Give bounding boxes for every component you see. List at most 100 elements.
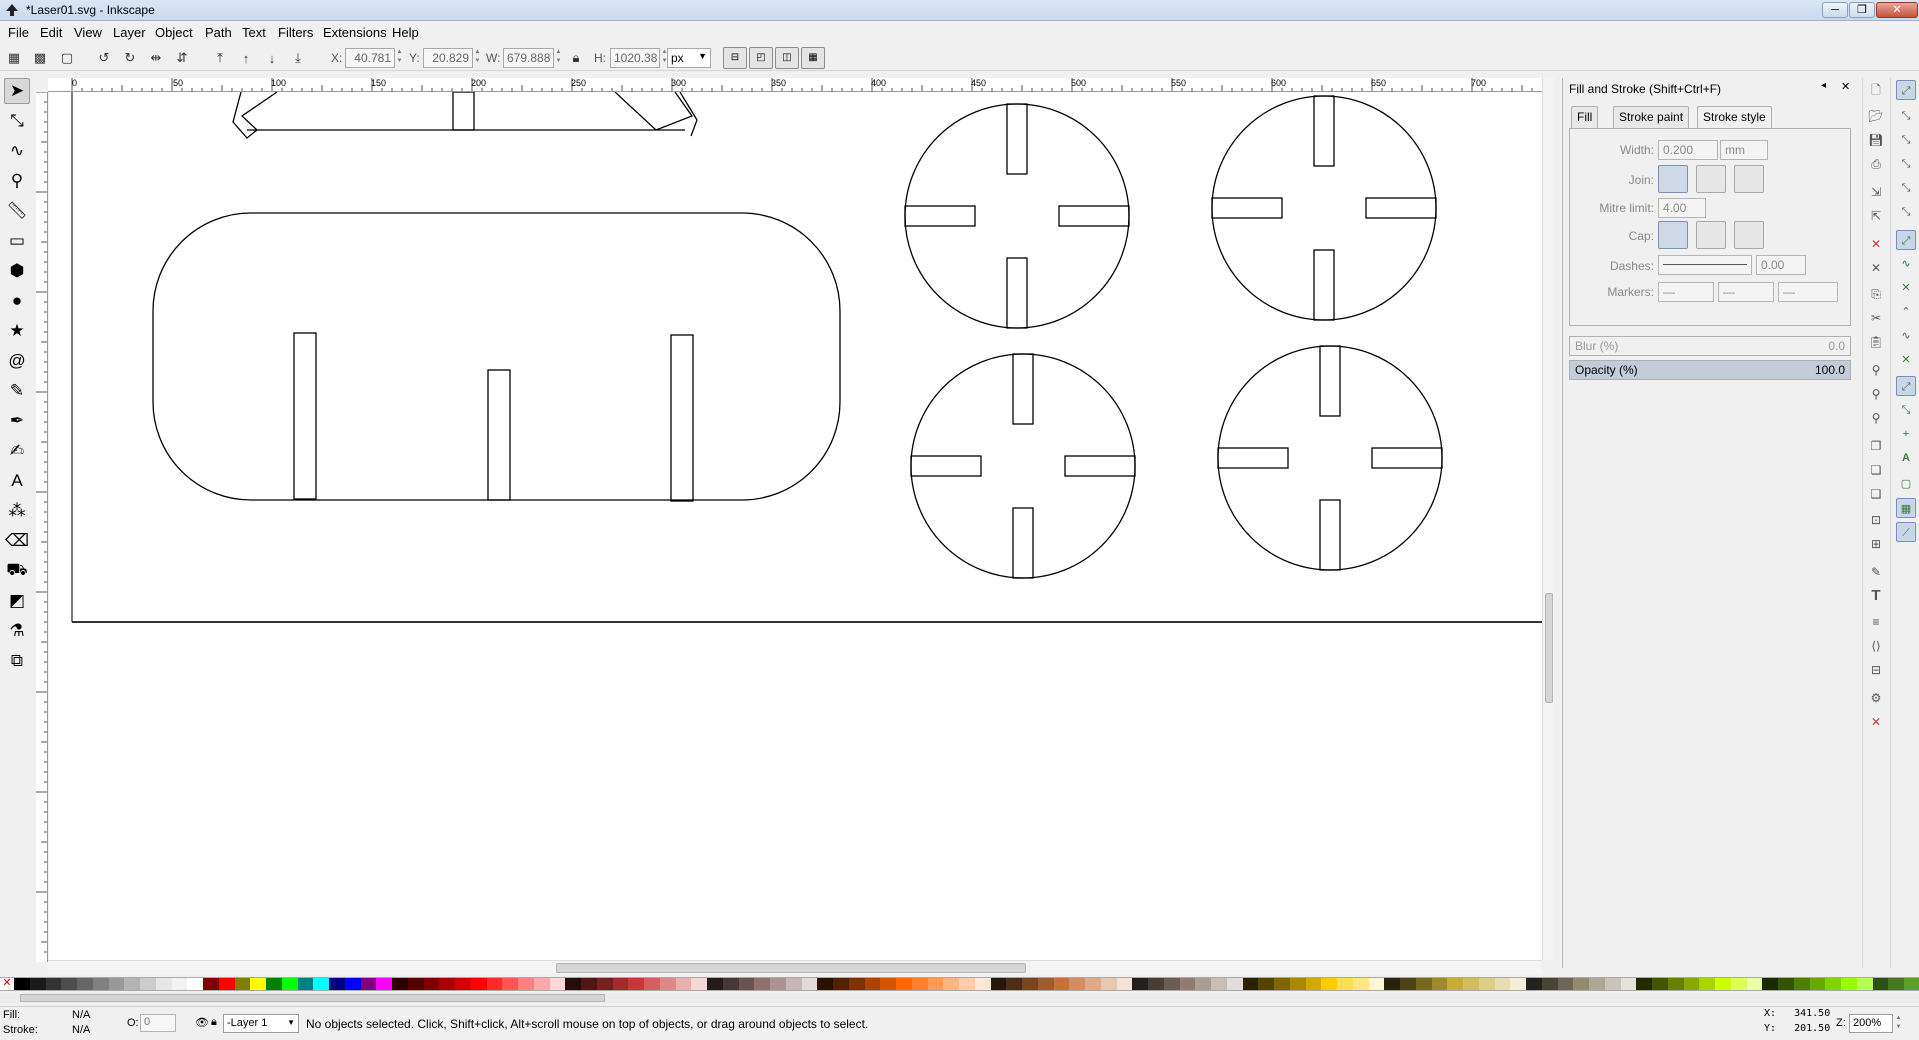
color-swatch[interactable] [1116, 978, 1133, 990]
color-swatch[interactable] [1226, 978, 1243, 990]
eraser-tool-icon[interactable]: ⌫ [4, 528, 30, 554]
raise-to-top-icon[interactable]: ⤒ [210, 48, 230, 68]
star-tool-icon[interactable]: ★ [4, 318, 30, 344]
color-swatch[interactable] [801, 978, 818, 990]
redo-icon[interactable]: ✕ [1868, 260, 1884, 276]
color-swatch[interactable] [612, 978, 629, 990]
color-swatch[interactable] [1573, 978, 1589, 990]
import-icon[interactable]: ⇲ [1868, 184, 1884, 200]
color-swatch[interactable] [45, 978, 62, 990]
color-swatch[interactable] [1589, 978, 1605, 990]
select-all-icon[interactable]: ▦ [4, 48, 24, 68]
group-icon[interactable]: ⊡ [1868, 512, 1884, 528]
duplicate-icon[interactable]: ❐ [1868, 438, 1884, 454]
menu-file[interactable]: File [8, 25, 29, 40]
bevel-join-button[interactable] [1734, 165, 1764, 193]
color-swatch[interactable] [1179, 978, 1196, 990]
w-spin-arrows[interactable]: ▲ ▼ [554, 48, 563, 68]
snap-bbox-midpoint-icon[interactable]: ⤡ [1896, 178, 1916, 198]
text-tool-icon[interactable]: A [4, 468, 30, 494]
snap-rotation-center-icon[interactable]: + [1896, 424, 1916, 444]
color-palette[interactable]: ✕ [0, 977, 1919, 991]
unit-select[interactable]: px ▼ [667, 48, 711, 68]
mitre-limit-input[interactable]: 4.00 [1658, 198, 1706, 218]
color-swatch[interactable] [329, 978, 345, 990]
flip-vertical-icon[interactable]: ⇵ [172, 48, 192, 68]
calligraphy-tool-icon[interactable]: ✍ [4, 438, 30, 464]
dropper-tool-icon[interactable]: ⚗ [4, 618, 30, 644]
blur-slider[interactable]: Blur (%) 0.0 [1569, 336, 1851, 356]
width-input[interactable]: 679.888 [503, 48, 554, 68]
preferences-icon[interactable]: ⚙ [1868, 690, 1884, 706]
snap-intersection-icon[interactable]: ✕ [1896, 278, 1916, 298]
color-swatch[interactable] [565, 978, 581, 990]
color-swatch[interactable] [140, 978, 156, 990]
move-gradients-button[interactable]: ◫ [775, 47, 799, 69]
color-swatch[interactable] [455, 978, 471, 990]
color-swatch[interactable] [203, 978, 219, 990]
color-swatch[interactable] [313, 978, 329, 990]
pen-tool-icon[interactable]: ✒ [4, 408, 30, 434]
menu-edit[interactable]: Edit [40, 25, 62, 40]
color-swatch[interactable] [1085, 978, 1101, 990]
tab-fill[interactable]: Fill [1571, 106, 1599, 128]
snap-nodes-icon[interactable]: ⤢ [1896, 230, 1916, 250]
color-swatch[interactable] [1321, 978, 1337, 990]
open-icon[interactable]: 📂︎ [1868, 108, 1884, 124]
color-swatch[interactable] [848, 978, 865, 990]
color-swatch[interactable] [754, 978, 770, 990]
color-swatch[interactable] [1683, 978, 1700, 990]
color-swatch[interactable] [833, 978, 849, 990]
color-swatch[interactable] [1069, 978, 1085, 990]
color-swatch[interactable] [644, 978, 660, 990]
select-all-layers-icon[interactable]: ▩ [30, 48, 50, 68]
color-swatch[interactable] [1856, 978, 1873, 990]
menu-extensions[interactable]: Extensions [323, 25, 387, 40]
x-input[interactable]: 40.781 [345, 48, 395, 68]
unlink-clone-icon[interactable]: ❑ [1868, 486, 1884, 502]
copy-icon[interactable]: ⎘ [1868, 286, 1884, 302]
x-spin-arrows[interactable]: ▲ ▼ [395, 48, 404, 68]
color-swatch[interactable] [1888, 978, 1904, 990]
y-spin-arrows[interactable]: ▲ ▼ [473, 48, 482, 68]
color-swatch[interactable] [1793, 978, 1810, 990]
color-swatch[interactable] [943, 978, 959, 990]
color-swatch[interactable] [1730, 978, 1747, 990]
lock-icon[interactable]: 🔒︎ [211, 1016, 217, 1029]
mid-marker-select[interactable]: — [1718, 282, 1774, 302]
color-swatch[interactable] [486, 978, 503, 990]
palette-scroll-thumb[interactable] [20, 994, 605, 1002]
vertical-scrollbar[interactable] [1542, 78, 1554, 960]
export-icon[interactable]: ⇱ [1868, 208, 1884, 224]
clone-icon[interactable]: ❏ [1868, 462, 1884, 478]
color-swatch[interactable] [1904, 978, 1919, 990]
opacity-input[interactable]: 0 [140, 1014, 176, 1032]
lock-ratio-icon[interactable]: 🔒︎ [566, 48, 586, 68]
color-swatch[interactable] [266, 978, 282, 990]
tab-stroke-style[interactable]: Stroke style [1697, 106, 1772, 128]
height-input[interactable]: 1020.38 [610, 48, 660, 68]
snap-enable-icon[interactable]: ⤢ [1896, 80, 1916, 100]
horizontal-ruler[interactable]: 0 50 100 150 200 250 300 350 400 450 500… [48, 78, 1542, 92]
menu-help[interactable]: Help [392, 25, 419, 40]
color-swatch[interactable] [1604, 978, 1621, 990]
cut-icon[interactable]: ✂ [1868, 310, 1884, 326]
color-swatch[interactable] [407, 978, 424, 990]
color-swatch[interactable] [1541, 978, 1558, 990]
color-swatch[interactable] [1053, 978, 1070, 990]
minimize-button[interactable]: ─ [1822, 2, 1848, 18]
color-swatch[interactable] [171, 978, 188, 990]
snap-bbox-corner-icon[interactable]: ⤡ [1896, 154, 1916, 174]
miter-join-button[interactable] [1658, 165, 1688, 193]
text-font-icon[interactable]: T [1868, 588, 1884, 604]
menu-view[interactable]: View [74, 25, 102, 40]
color-swatch[interactable] [911, 978, 928, 990]
layer-select[interactable]: -Layer 1 ▼ [223, 1014, 299, 1033]
round-join-button[interactable] [1696, 165, 1726, 193]
raise-icon[interactable]: ↑ [236, 48, 256, 68]
color-swatch[interactable] [1762, 978, 1778, 990]
snap-text-baseline-icon[interactable]: A [1896, 448, 1916, 468]
color-swatch[interactable] [1636, 978, 1652, 990]
no-paint-swatch[interactable]: ✕ [0, 978, 14, 990]
measure-tool-icon[interactable]: 📏︎ [4, 198, 30, 224]
